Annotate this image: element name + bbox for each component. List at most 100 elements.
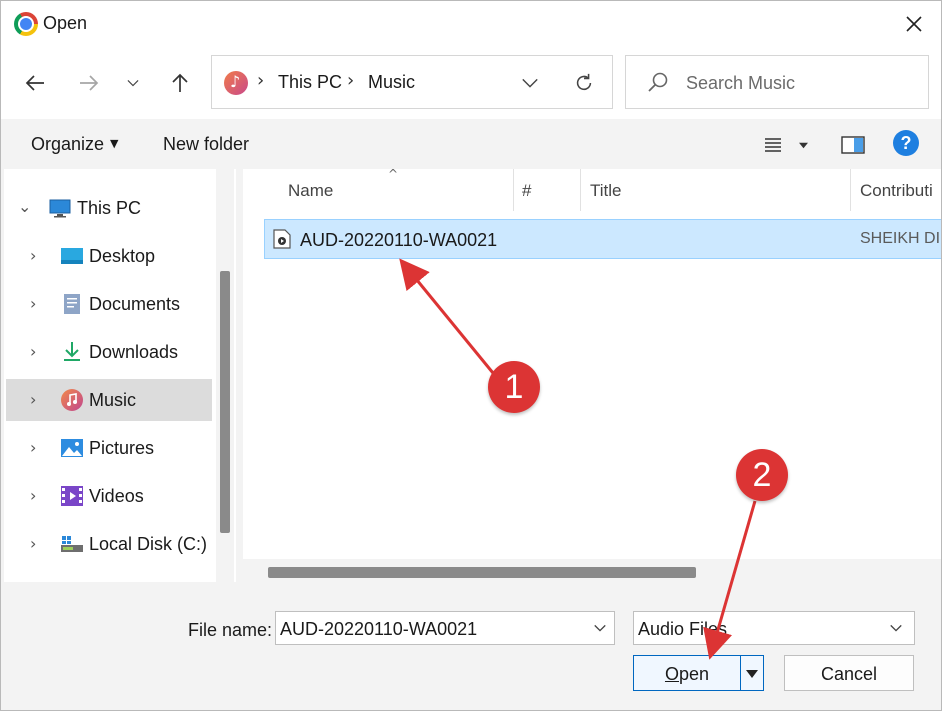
preview-pane-button[interactable] bbox=[839, 131, 867, 159]
chevron-right-icon[interactable]: › bbox=[30, 342, 46, 362]
organize-label: Organize bbox=[31, 134, 105, 154]
open-button-label: Open bbox=[634, 664, 740, 685]
music-folder-icon bbox=[224, 71, 248, 95]
up-button[interactable] bbox=[162, 65, 198, 101]
breadcrumb-separator: › bbox=[257, 70, 265, 91]
sidebar-item-videos[interactable]: › Videos bbox=[6, 475, 212, 517]
search-icon bbox=[648, 72, 668, 92]
downloads-icon bbox=[64, 342, 80, 361]
chevron-down-icon bbox=[127, 80, 139, 87]
sidebar-item-label: Documents bbox=[89, 294, 181, 314]
sidebar-item-label: Local Disk (C:) bbox=[89, 534, 208, 554]
chevron-right-icon[interactable]: › bbox=[30, 390, 46, 410]
chevron-right-icon[interactable]: › bbox=[30, 438, 46, 458]
open-split-divider bbox=[740, 656, 741, 690]
chevron-right-icon[interactable]: › bbox=[30, 486, 46, 506]
file-name-label: File name: bbox=[188, 620, 273, 640]
file-type-dropdown[interactable] bbox=[886, 618, 906, 638]
file-row[interactable]: AUD-20220110-WA0021 SHEIKH DI bbox=[264, 219, 941, 259]
column-header-track-number[interactable]: # bbox=[522, 181, 531, 201]
sidebar-item-desktop[interactable]: › Desktop bbox=[6, 235, 212, 277]
chevron-down-icon bbox=[522, 78, 538, 88]
arrow-left-icon bbox=[25, 75, 44, 91]
open-file-dialog: Open › This PC › Music bbox=[0, 0, 942, 711]
refresh-icon bbox=[576, 73, 592, 91]
address-bar[interactable]: › This PC › Music bbox=[211, 55, 613, 109]
change-view-button[interactable] bbox=[763, 131, 815, 159]
address-history-dropdown[interactable] bbox=[516, 70, 544, 96]
column-divider[interactable] bbox=[513, 169, 514, 211]
dialog-title: Open bbox=[43, 13, 88, 33]
annotation-badge-1: 1 bbox=[488, 361, 540, 413]
sidebar-item-local-disk[interactable]: › Local Disk (C:) bbox=[6, 523, 212, 565]
help-button[interactable]: ? bbox=[893, 130, 919, 156]
sidebar-item-music[interactable]: › Music bbox=[6, 379, 212, 421]
open-options-dropdown[interactable] bbox=[742, 665, 762, 683]
forward-button[interactable] bbox=[71, 65, 107, 101]
new-folder-button[interactable]: New folder bbox=[163, 134, 249, 155]
sidebar-scrollbar-thumb[interactable] bbox=[220, 271, 230, 533]
open-mnemonic: O bbox=[664, 664, 679, 684]
arrow-up-icon bbox=[172, 73, 188, 92]
documents-icon bbox=[64, 294, 80, 314]
chevron-down-icon bbox=[890, 624, 902, 632]
arrow-right-icon bbox=[80, 75, 99, 91]
file-name-value[interactable]: AUD-20220110-WA0021 bbox=[280, 619, 477, 640]
search-box[interactable]: Search Music bbox=[625, 55, 929, 109]
list-view-icon bbox=[765, 138, 781, 152]
breadcrumb-this-pc[interactable]: This PC bbox=[278, 72, 342, 93]
column-header-name[interactable]: Name bbox=[288, 181, 333, 201]
file-type-value: Audio Files bbox=[638, 619, 728, 639]
sidebar-item-downloads[interactable]: › Downloads bbox=[6, 331, 212, 373]
close-icon bbox=[906, 16, 922, 32]
sidebar-item-label: This PC bbox=[77, 198, 142, 218]
organize-button[interactable]: Organize ▼ bbox=[31, 134, 119, 155]
column-header-title[interactable]: Title bbox=[590, 181, 622, 201]
file-name-dropdown[interactable] bbox=[590, 618, 610, 638]
sidebar-item-label: Videos bbox=[89, 486, 144, 506]
chevron-down-icon bbox=[594, 624, 606, 632]
search-input[interactable]: Search Music bbox=[686, 73, 795, 94]
audio-file-icon bbox=[273, 229, 291, 249]
sidebar-item-label: Pictures bbox=[89, 438, 155, 458]
open-rest: pen bbox=[678, 664, 710, 684]
column-divider[interactable] bbox=[850, 169, 851, 211]
horizontal-scrollbar-thumb[interactable] bbox=[268, 567, 696, 578]
title-bar: Open bbox=[1, 1, 941, 47]
preview-pane-icon bbox=[841, 136, 865, 154]
refresh-button[interactable] bbox=[569, 68, 599, 98]
sidebar-item-label: Desktop bbox=[89, 246, 156, 266]
breadcrumb-music[interactable]: Music bbox=[368, 72, 415, 93]
file-name-field[interactable]: AUD-20220110-WA0021 bbox=[275, 611, 615, 645]
column-divider[interactable] bbox=[580, 169, 581, 211]
sidebar-item-documents[interactable]: › Documents bbox=[6, 283, 212, 325]
back-button[interactable] bbox=[17, 65, 53, 101]
sidebar-item-pictures[interactable]: › Pictures bbox=[6, 427, 212, 469]
close-button[interactable] bbox=[887, 1, 941, 47]
open-button[interactable]: Open bbox=[633, 655, 764, 691]
pictures-icon bbox=[61, 439, 83, 457]
annotation-badge-2: 2 bbox=[736, 449, 788, 501]
sidebar-item-label: Downloads bbox=[89, 342, 179, 362]
column-header-contributing-artists[interactable]: Contributi bbox=[860, 181, 933, 201]
chevron-right-icon[interactable]: › bbox=[30, 534, 46, 554]
music-icon bbox=[61, 389, 83, 411]
chevron-down-icon[interactable]: ⌄ bbox=[18, 197, 34, 217]
breadcrumb-separator: › bbox=[347, 70, 355, 91]
computer-icon bbox=[49, 199, 71, 218]
chevron-right-icon[interactable]: › bbox=[30, 294, 46, 314]
chevron-right-icon[interactable]: › bbox=[30, 246, 46, 266]
sort-ascending-icon: ^ bbox=[388, 167, 399, 181]
recent-locations-button[interactable] bbox=[115, 65, 151, 101]
column-header-label: Name bbox=[288, 181, 334, 200]
cancel-button[interactable]: Cancel bbox=[784, 655, 914, 691]
file-contributing-artists: SHEIKH DI bbox=[860, 230, 941, 247]
command-bar: Organize ▼ New folder ? bbox=[1, 119, 941, 169]
file-name: AUD-20220110-WA0021 bbox=[300, 230, 498, 250]
caret-down-icon: ▼ bbox=[110, 137, 119, 150]
file-type-select[interactable]: Audio Files bbox=[633, 611, 915, 645]
cancel-button-label: Cancel bbox=[820, 664, 878, 684]
sidebar-item-this-pc[interactable]: ⌄ This PC bbox=[6, 187, 212, 229]
videos-icon bbox=[61, 486, 83, 506]
sidebar-item-label: Music bbox=[89, 390, 137, 410]
